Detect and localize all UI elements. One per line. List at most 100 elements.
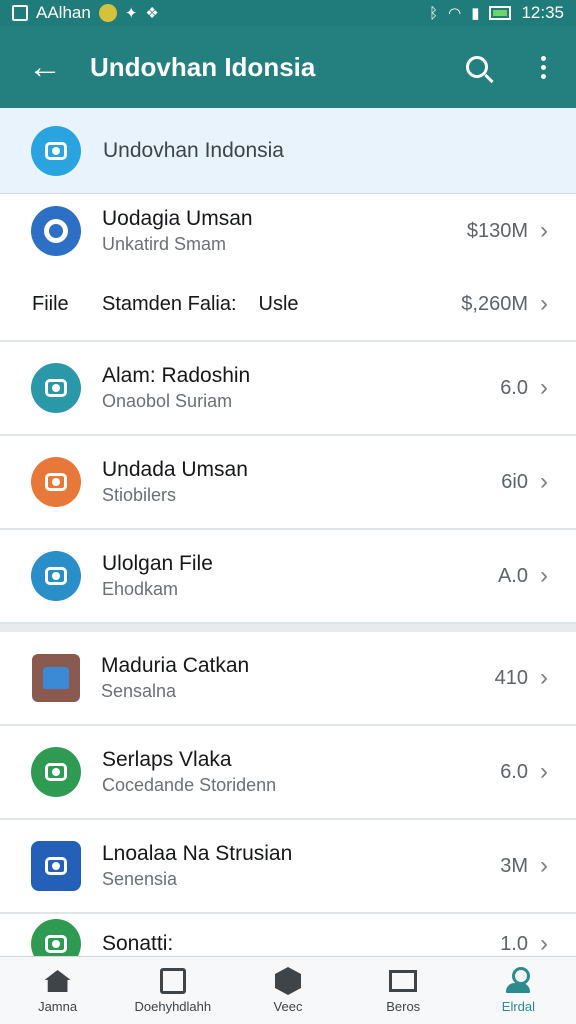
chevron-right-icon: › [540, 374, 548, 401]
list-item[interactable]: Ulolgan File Ehodkam A.0 › [0, 530, 576, 624]
nav-item-profile[interactable]: Elrdal [461, 957, 576, 1024]
list-item-title: Alam: Radoshin [102, 364, 251, 387]
list-item-subtitle: Ehodkam [102, 579, 179, 599]
app-list: Uodagia Umsan Unkatird Smam $130M › Fiil… [0, 194, 576, 974]
nav-item-mail[interactable]: Beros [346, 957, 461, 1024]
more-options-button[interactable] [510, 26, 576, 108]
file-middle-suffix: Usle [258, 292, 299, 315]
status-right: ᛒ ◠ ▮ 12:35 [429, 3, 564, 23]
camera-app-icon [31, 125, 81, 176]
list-item-subtitle: Sensalna [101, 681, 177, 701]
list-item-title: Sonatti: [102, 932, 174, 955]
battery-icon [489, 6, 512, 20]
camera-app-icon [31, 747, 81, 797]
status-bar: AAlhan ✦ ❖ ᛒ ◠ ▮ 12:35 [0, 0, 576, 26]
home-icon [44, 967, 72, 995]
list-item-text: Serlaps Vlaka Cocedande Storidenn [102, 747, 500, 797]
back-arrow-icon: ← [28, 47, 62, 86]
header-label: Undovhan Indonsia [103, 138, 284, 162]
nav-label: Doehyhdlahh [134, 999, 212, 1014]
browser-app-icon [31, 457, 81, 507]
list-item-text: Alam: Radoshin Onaobol Suriam [102, 363, 500, 413]
profile-icon [504, 967, 532, 995]
file-row[interactable]: Fiile Stamden Falia: Usle $,260M › [0, 268, 576, 340]
chevron-right-icon: › [540, 290, 548, 317]
leaf-notification-icon: ✦ [124, 5, 138, 22]
section-divider [0, 624, 576, 632]
list-item-text: Uodagia Umsan Unkatird Smam [102, 206, 467, 256]
list-item-value: 3M [500, 854, 528, 877]
photo-thumbnail-icon [32, 654, 80, 702]
list-item-title: Ulolgan File [102, 552, 213, 575]
file-label: Fiile [32, 292, 69, 315]
list-item-value: 6.0 [500, 376, 528, 399]
list-item[interactable]: Maduria Catkan Sensalna 410 › [0, 632, 576, 726]
list-item-title: Lnoalaa Na Strusian [102, 842, 293, 865]
status-time: 12:35 [521, 3, 564, 22]
list-item-value: $130M [466, 219, 528, 242]
nav-item-home[interactable]: Jamna [0, 957, 115, 1024]
list-item[interactable]: Serlaps Vlaka Cocedande Storidenn 6.0 › [0, 726, 576, 820]
robot-app-icon [31, 841, 81, 891]
nav-item-documents[interactable]: Doehyhdlahh [115, 957, 230, 1024]
list-item-value: 6i0 [501, 470, 528, 493]
pattern-notification-icon: ❖ [145, 5, 159, 22]
list-item-subtitle: Cocedande Storidenn [102, 775, 277, 795]
chrome-app-icon [31, 551, 81, 601]
list-item-text: Undada Umsan Stiobilers [102, 457, 501, 507]
nav-label: Jamna [38, 999, 78, 1014]
list-item[interactable]: Undada Umsan Stiobilers 6i0 › [0, 436, 576, 530]
list-item-text: Sonatti: [102, 931, 500, 957]
list-item-value: 1.0 [500, 932, 528, 955]
nav-label: Veec [273, 999, 303, 1014]
list-item-top: Uodagia Umsan Unkatird Smam $130M › [0, 194, 576, 268]
status-left-text: AAlhan [36, 3, 91, 22]
chevron-right-icon: › [540, 217, 548, 244]
back-button[interactable]: ← [0, 26, 90, 108]
header-row[interactable]: Undovhan Indonsia [0, 108, 576, 194]
status-left: AAlhan ✦ ❖ [12, 3, 429, 23]
list-item-value: 6.0 [500, 760, 528, 783]
list-item-subtitle: Senensia [102, 869, 178, 889]
nav-label: Beros [386, 999, 421, 1014]
search-icon [466, 56, 488, 78]
list-item[interactable]: Uodagia Umsan Unkatird Smam $130M › Fiil… [0, 194, 576, 342]
bottom-navigation: Jamna Doehyhdlahh Veec Beros Elrdal [0, 956, 576, 1024]
page-title: Undovhan Idonsia [90, 51, 316, 82]
chevron-right-icon: › [540, 468, 548, 495]
app-bar: ← Undovhan Idonsia [0, 26, 576, 108]
list-item-text: Lnoalaa Na Strusian Senensia [102, 841, 500, 891]
list-item-subtitle: Stiobilers [102, 485, 177, 505]
shield-icon [274, 967, 302, 995]
search-button[interactable] [444, 26, 510, 108]
file-value: $,260M [461, 292, 528, 315]
list-item[interactable]: Lnoalaa Na Strusian Senensia 3M › [0, 820, 576, 914]
signal-icon: ▮ [471, 5, 480, 22]
list-item-title: Undada Umsan [102, 458, 248, 481]
chevron-right-icon: › [540, 664, 548, 691]
nav-item-shield[interactable]: Veec [230, 957, 345, 1024]
document-check-icon [159, 967, 187, 995]
more-vert-icon [540, 55, 546, 79]
badge-notification-icon [98, 4, 117, 22]
list-item-title: Serlaps Vlaka [102, 748, 232, 771]
mail-icon [389, 967, 418, 995]
list-item-title: Uodagia Umsan [102, 207, 253, 230]
list-item-subtitle: Onaobol Suriam [102, 391, 233, 411]
wifi-icon: ◠ [448, 5, 462, 22]
file-middle-text: Stamden Falia: [102, 292, 237, 315]
list-item-value: 410 [494, 666, 528, 689]
image-notification-icon [12, 5, 28, 21]
list-item-text: Ulolgan File Ehodkam [102, 551, 498, 601]
chevron-right-icon: › [540, 852, 548, 879]
chevron-right-icon: › [540, 930, 548, 957]
chevron-right-icon: › [540, 562, 548, 589]
file-middle: Stamden Falia: Usle [102, 293, 461, 316]
bluetooth-icon: ᛒ [429, 4, 439, 22]
nav-label: Elrdal [501, 999, 536, 1014]
list-item-value: A.0 [497, 564, 528, 587]
list-item-subtitle: Unkatird Smam [102, 234, 227, 254]
list-item-title: Maduria Catkan [101, 654, 250, 677]
settings-gear-icon [31, 206, 81, 256]
list-item[interactable]: Alam: Radoshin Onaobol Suriam 6.0 › [0, 342, 576, 436]
